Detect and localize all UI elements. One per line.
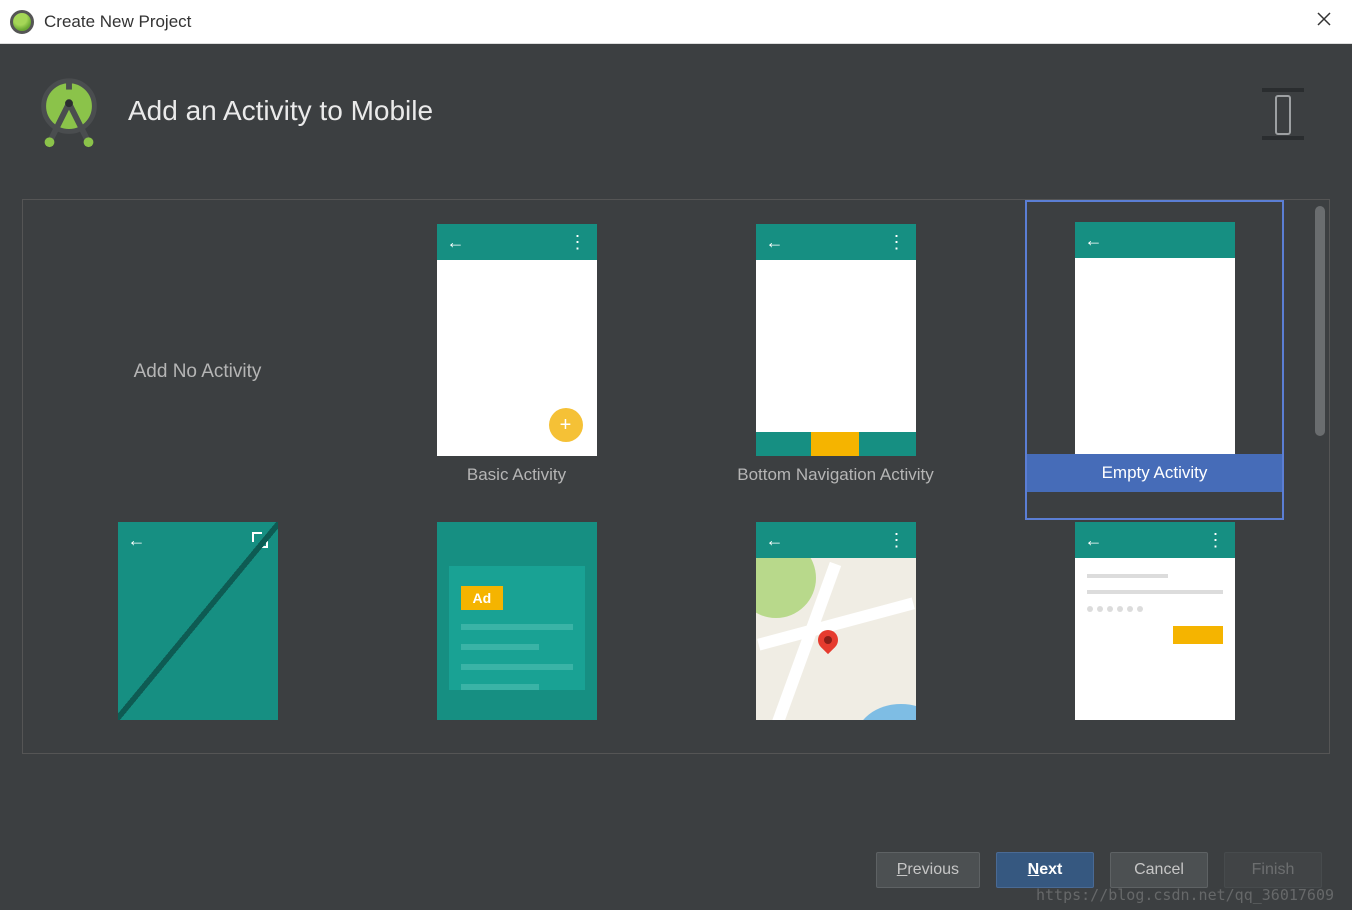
scrollbar-thumb[interactable] — [1315, 206, 1325, 436]
android-studio-large-icon — [30, 72, 108, 150]
activity-preview: ← ⋮ + — [437, 224, 597, 456]
activity-preview: ← ⋮ — [756, 522, 916, 720]
wizard-content: Add No Activity ← ⋮ + Basic Activity ← — [0, 177, 1352, 830]
wizard-header: Add an Activity to Mobile — [0, 44, 1352, 177]
activity-tile-login-activity[interactable]: ← ⋮ — [1025, 520, 1284, 720]
back-arrow-icon: ← — [447, 232, 465, 253]
window-title: Create New Project — [44, 12, 191, 32]
overflow-menu-icon: ⋮ — [888, 537, 906, 543]
cancel-button[interactable]: Cancel — [1110, 852, 1208, 888]
next-button[interactable]: Next — [996, 852, 1094, 888]
activity-tile-basic-activity[interactable]: ← ⋮ + Basic Activity — [387, 200, 646, 520]
activity-preview: Ad — [437, 522, 597, 720]
activity-label: Bottom Navigation Activity — [706, 456, 965, 494]
android-studio-icon — [10, 10, 34, 34]
activity-preview: ← — [1075, 222, 1235, 454]
back-arrow-icon: ← — [1085, 530, 1103, 551]
window-titlebar: Create New Project — [0, 0, 1352, 44]
watermark-text: https://blog.csdn.net/qq_36017609 — [1036, 886, 1334, 904]
activity-gallery: Add No Activity ← ⋮ + Basic Activity ← — [22, 199, 1330, 754]
back-arrow-icon: ← — [1085, 230, 1103, 251]
overflow-menu-icon: ⋮ — [888, 239, 906, 245]
close-icon[interactable] — [1316, 10, 1332, 33]
activity-tile-bottom-navigation-activity[interactable]: ← ⋮ Bottom Navigation Activity — [706, 200, 965, 520]
activity-tile-add-no-activity[interactable]: Add No Activity — [68, 200, 327, 520]
mobile-device-icon — [1254, 84, 1312, 142]
back-arrow-icon: ← — [766, 530, 784, 551]
activity-label: Basic Activity — [387, 456, 646, 494]
previous-button[interactable]: Previous — [876, 852, 980, 888]
activity-tile-fullscreen-activity[interactable]: ← — [68, 520, 327, 720]
activity-label: Add No Activity — [68, 352, 327, 392]
activity-preview: ← ⋮ — [1075, 522, 1235, 720]
fab-icon: + — [549, 408, 583, 442]
activity-tile-admob-ads-activity[interactable]: Ad — [387, 520, 646, 720]
activity-tile-empty-activity[interactable]: ← Empty Activity — [1025, 200, 1284, 520]
finish-button: Finish — [1224, 852, 1322, 888]
activity-label: Empty Activity — [1025, 454, 1284, 492]
activity-preview: ← ⋮ — [756, 224, 916, 456]
overflow-menu-icon: ⋮ — [1207, 537, 1225, 543]
wizard-footer: Previous Next Cancel Finish https://blog… — [0, 830, 1352, 910]
page-title: Add an Activity to Mobile — [128, 95, 433, 127]
activity-preview: ← — [118, 522, 278, 720]
ad-badge: Ad — [461, 586, 504, 610]
activity-tile-google-maps-activity[interactable]: ← ⋮ — [706, 520, 965, 720]
overflow-menu-icon: ⋮ — [569, 239, 587, 245]
back-arrow-icon: ← — [766, 232, 784, 253]
